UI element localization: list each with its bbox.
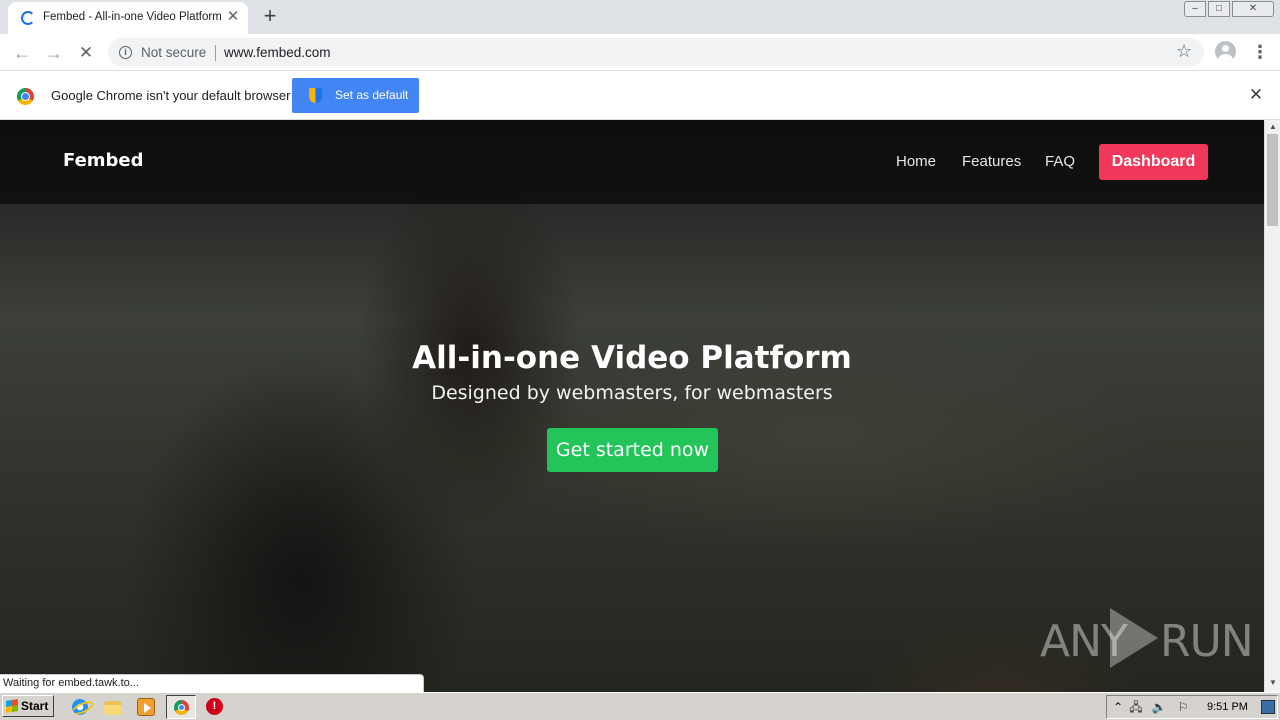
window-maximize-button[interactable]: □ (1208, 1, 1230, 17)
volume-icon[interactable]: 🔈 (1151, 699, 1167, 715)
hero-subtitle: Designed by webmasters, for webmasters (431, 382, 833, 404)
clock[interactable]: 9:51 PM (1207, 701, 1248, 713)
tab-close-icon[interactable]: ✕ (225, 8, 241, 26)
hero-title: All-in-one Video Platform (412, 340, 852, 376)
action-center-flag-icon[interactable]: ⚐ (1175, 699, 1191, 715)
window-minimize-button[interactable]: – (1184, 1, 1206, 17)
new-tab-button[interactable]: + (258, 4, 282, 28)
nav-link-faq[interactable]: FAQ (1045, 153, 1075, 170)
start-label: Start (21, 699, 49, 713)
tray-expand-icon[interactable]: ⌃ (1110, 699, 1126, 715)
back-button[interactable]: ← (9, 40, 35, 66)
default-browser-infobar: Google Chrome isn't your default browser… (0, 72, 1280, 120)
page-scrollbar[interactable]: ▲ ▼ (1264, 120, 1280, 692)
forward-button[interactable]: → (41, 40, 67, 66)
anyrun-watermark: ANY RUN (1040, 608, 1254, 672)
set-as-default-button[interactable]: Set as default (292, 78, 419, 113)
site-logo[interactable]: Fembed (63, 150, 144, 171)
tab-strip: Fembed - All-in-one Video Platform ✕ + –… (0, 0, 1280, 34)
browser-toolbar: ← → ✕ i Not secure www.fembed.com ☆ (0, 34, 1280, 71)
url-text[interactable]: www.fembed.com (224, 45, 331, 60)
chrome-menu-icon[interactable]: ⋮ (1251, 41, 1269, 63)
loading-spinner-icon (21, 11, 35, 25)
chrome-taskbar-button[interactable] (166, 695, 196, 719)
file-explorer-icon[interactable] (104, 701, 122, 715)
bookmark-star-icon[interactable]: ☆ (1176, 41, 1192, 62)
watermark-text-right: RUN (1160, 616, 1254, 667)
page-viewport: Fembed Home Features FAQ Dashboard All-i… (0, 120, 1264, 692)
tab-title: Fembed - All-in-one Video Platform (43, 11, 222, 23)
system-tray: ⌃ 🖧 🔈 ⚐ 9:51 PM (1106, 695, 1278, 719)
uac-shield-icon (309, 88, 322, 103)
omnibox-divider (215, 45, 216, 61)
site-navbar: Fembed Home Features FAQ Dashboard (0, 120, 1264, 204)
internet-explorer-icon[interactable] (70, 697, 90, 717)
profile-avatar-icon[interactable] (1215, 41, 1236, 62)
media-player-icon[interactable] (137, 698, 155, 716)
infobar-close-icon[interactable]: ✕ (1246, 85, 1266, 105)
window-close-button[interactable]: ✕ (1232, 1, 1274, 17)
active-tab[interactable]: Fembed - All-in-one Video Platform ✕ (8, 2, 248, 34)
start-button[interactable]: Start (2, 695, 54, 717)
nav-link-features[interactable]: Features (962, 153, 1021, 170)
scroll-up-icon[interactable]: ▲ (1265, 120, 1280, 134)
get-started-button[interactable]: Get started now (547, 428, 718, 472)
windows-taskbar: Start ! ⌃ 🖧 🔈 ⚐ 9:51 PM (0, 692, 1280, 720)
info-icon[interactable]: i (119, 46, 132, 59)
stop-sign-icon[interactable]: ! (206, 698, 223, 715)
network-icon[interactable]: 🖧 (1128, 699, 1144, 715)
infobar-message: Google Chrome isn't your default browser (51, 88, 291, 103)
show-desktop-icon[interactable] (1261, 700, 1275, 714)
chrome-logo-icon (17, 88, 34, 105)
watermark-play-icon (1110, 608, 1158, 668)
address-bar[interactable]: i Not secure www.fembed.com ☆ (108, 38, 1204, 67)
security-label[interactable]: Not secure (141, 45, 206, 60)
nav-link-home[interactable]: Home (896, 153, 936, 170)
chrome-icon (174, 700, 189, 715)
dashboard-button[interactable]: Dashboard (1099, 144, 1208, 180)
set-as-default-label: Set as default (335, 88, 409, 102)
scroll-thumb[interactable] (1267, 134, 1278, 226)
stop-loading-button[interactable]: ✕ (73, 40, 99, 66)
status-bubble: Waiting for embed.tawk.to... (0, 674, 424, 692)
scroll-down-icon[interactable]: ▼ (1265, 676, 1280, 690)
windows-logo-icon (6, 699, 18, 713)
